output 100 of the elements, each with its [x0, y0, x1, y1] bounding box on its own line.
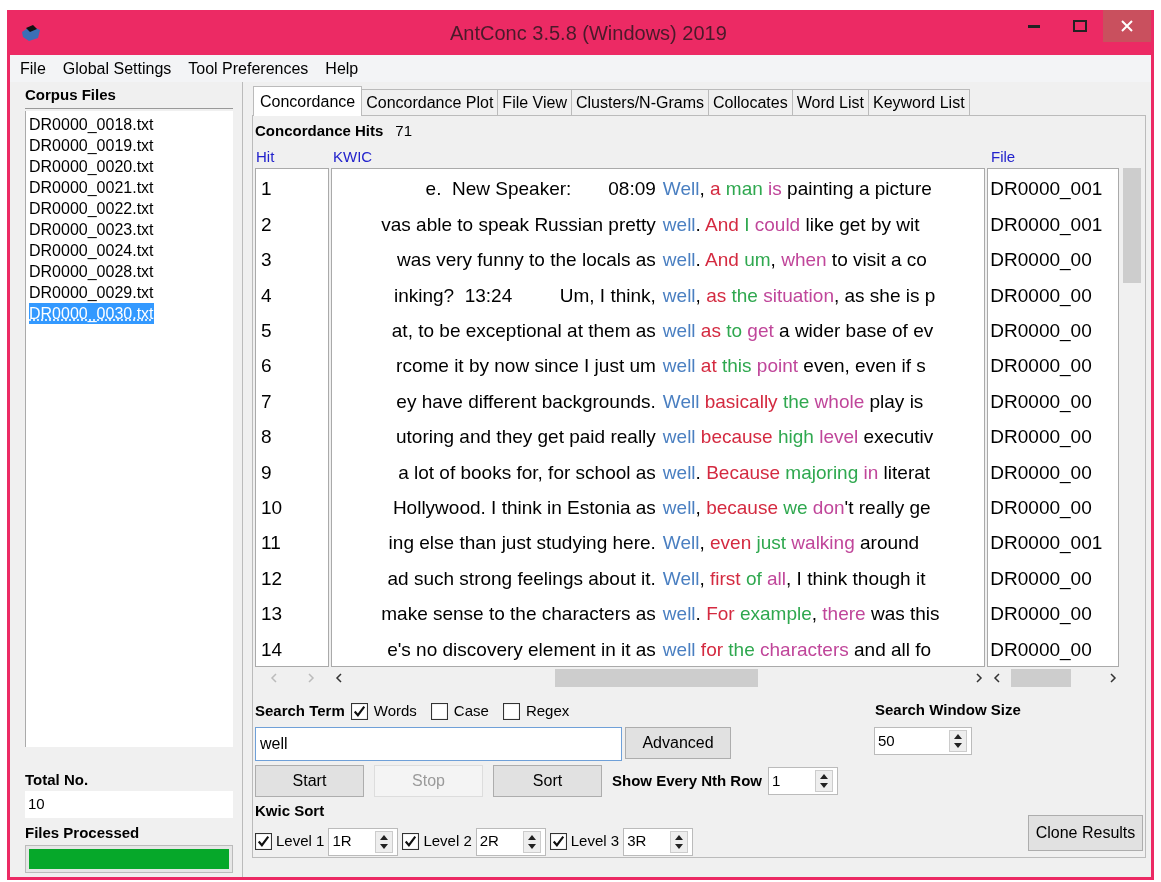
- file-list-item[interactable]: DR0000_0020.txt: [29, 155, 154, 177]
- menu-item[interactable]: Global Settings: [62, 56, 172, 81]
- spin-box[interactable]: 50: [874, 727, 972, 755]
- panel-label: Corpus Files: [25, 84, 233, 109]
- menu-item[interactable]: Tool Preferences: [188, 56, 309, 81]
- file-list-item[interactable]: DR0000_0018.txt: [29, 113, 154, 135]
- file-name: DR0000_00: [990, 425, 1092, 450]
- kwic-line: inking? 13:24 Um, I think, well, as the situation, as she is p: [392, 283, 937, 308]
- menu-item[interactable]: Help: [325, 56, 359, 81]
- chevron-right-icon[interactable]: [975, 673, 983, 683]
- checkbox-label: Level 1: [276, 831, 325, 852]
- file-list-item[interactable]: DR0000_0028.txt: [29, 260, 154, 282]
- hits-count: 71: [395, 120, 413, 141]
- file-name: DR0000_00: [990, 637, 1092, 663]
- spin-box[interactable]: 3R: [623, 827, 694, 856]
- hit-number: 11: [261, 531, 281, 556]
- close-icon: [1121, 20, 1133, 32]
- file-name: DR0000_00: [990, 319, 1092, 344]
- scroll-thumb[interactable]: [1123, 168, 1141, 283]
- clone-results-button[interactable]: Clone Results: [1028, 815, 1143, 851]
- checkbox-label: Level 3: [570, 831, 620, 852]
- column-header[interactable]: Hit: [256, 147, 275, 165]
- field-label: Show Every Nth Row: [612, 770, 763, 791]
- file-name: DR0000_00: [990, 389, 1092, 415]
- file-name: DR0000_001: [990, 177, 1103, 202]
- search-field[interactable]: well: [255, 727, 622, 761]
- kwic-line: e. New Speaker: 08:09 Well, a man is painting a picture: [424, 177, 933, 202]
- hit-number: 3: [261, 248, 272, 273]
- scroll-thumb[interactable]: [555, 669, 758, 687]
- file-name: DR0000_00: [990, 602, 1092, 627]
- checkbox[interactable]: [350, 702, 368, 720]
- spinner-arrows-icon[interactable]: [375, 830, 394, 853]
- action-button[interactable]: Sort: [493, 765, 602, 797]
- hit-number: 5: [261, 319, 272, 343]
- hit-number: 10: [261, 495, 283, 520]
- checkbox[interactable]: [402, 833, 420, 850]
- file-list-item[interactable]: DR0000_0024.txt: [29, 239, 154, 261]
- advanced-button[interactable]: Advanced: [625, 727, 731, 759]
- file-list-item[interactable]: DR0000_0029.txt: [29, 281, 154, 303]
- total-count-field: 10: [25, 791, 233, 818]
- checkbox-label: Regex: [525, 700, 570, 721]
- tab[interactable]: Concordance: [253, 86, 363, 116]
- kwic-line: was very funny to the locals as well. And um, when to visit a co: [396, 248, 928, 273]
- kwic-line: a lot of books for, for school as well. Because majoring in literat: [397, 460, 932, 485]
- checkbox[interactable]: [549, 833, 567, 850]
- kwic-line: at, to be exceptional at them as well as to get a wider base of ev: [390, 319, 935, 343]
- tab[interactable]: Keyword List: [868, 89, 970, 115]
- kwic-line: rcome it by now since I just um well at this point even, even if s: [395, 354, 927, 379]
- spinner-arrows-icon[interactable]: [815, 770, 834, 792]
- file-list-item[interactable]: DR0000_0019.txt: [29, 134, 154, 156]
- checkbox[interactable]: [502, 702, 520, 720]
- hit-number: 14: [261, 637, 283, 662]
- hit-number: 2: [261, 212, 272, 237]
- column-header[interactable]: File: [991, 147, 1016, 165]
- scroll-thumb[interactable]: [1011, 669, 1071, 687]
- hit-number: 13: [261, 602, 283, 627]
- chevron-right-icon[interactable]: [1109, 673, 1117, 683]
- hit-number: 8: [261, 425, 272, 450]
- checkbox-label: Words: [373, 700, 417, 721]
- checkbox[interactable]: [430, 702, 448, 720]
- spin-box[interactable]: 1R: [328, 827, 399, 856]
- kwic-line: make sense to the characters as well. For example, there was this: [380, 602, 941, 627]
- section-label: Kwic Sort: [255, 801, 326, 821]
- app-icon: [20, 23, 42, 42]
- file-name: DR0000_00: [990, 495, 1092, 521]
- hits-label: Concordance Hits: [255, 120, 384, 141]
- hit-number: 4: [261, 283, 272, 308]
- column-header[interactable]: KWIC: [333, 147, 373, 165]
- file-name: DR0000_00: [990, 460, 1092, 486]
- minimize-icon: [1028, 24, 1040, 28]
- search-term-label: Search Term: [255, 700, 345, 721]
- spinner-arrows-icon[interactable]: [670, 830, 689, 853]
- action-button[interactable]: Start: [255, 765, 364, 797]
- file-name: DR0000_00: [990, 566, 1092, 592]
- kwic-line: vas able to speak Russian pretty well. And I could like get by wit: [380, 212, 921, 237]
- file-list-item[interactable]: DR0000_0021.txt: [29, 176, 154, 198]
- spin-box[interactable]: 2R: [475, 827, 546, 856]
- chevron-left-icon[interactable]: [993, 673, 1001, 683]
- file-list[interactable]: DR0000_0018.txt DR0000_0019.txt DR0000_0020.txt DR0000_0021.txt DR0000_0022.txt DR0000_0023.txt DR0000_0024.txt DR0000_0028.txt DR0000_0029.txt DR0000_0030.txt: [25, 110, 233, 747]
- hit-number: 9: [261, 460, 272, 485]
- file-name: DR0000_00: [990, 283, 1092, 309]
- checkbox[interactable]: [255, 833, 272, 850]
- file-list-item[interactable]: DR0000_0022.txt: [29, 197, 154, 219]
- file-list-item[interactable]: DR0000_0023.txt: [29, 218, 154, 240]
- spinner-arrows-icon[interactable]: [522, 830, 541, 853]
- window-title: AntConc 3.5.8 (Windows) 2019: [450, 20, 727, 46]
- checkbox-label: Level 2: [423, 831, 472, 852]
- close-button[interactable]: [1103, 10, 1151, 42]
- maximize-icon: [1073, 20, 1087, 32]
- kwic-line: utoring and they get paid really well because high level executiv: [395, 425, 935, 450]
- file-name: DR0000_00: [990, 248, 1092, 273]
- kwic-line: ing else than just studying here. Well, even just walking around: [387, 531, 921, 556]
- hit-number: 6: [261, 354, 272, 379]
- file-name: DR0000_001: [990, 531, 1103, 556]
- file-name: DR0000_001: [990, 212, 1103, 238]
- spin-box[interactable]: 1: [768, 767, 839, 795]
- menu-item[interactable]: File: [20, 56, 46, 81]
- hit-number: 1: [261, 177, 272, 202]
- spinner-arrows-icon[interactable]: [949, 730, 967, 752]
- chevron-left-icon[interactable]: [335, 673, 343, 683]
